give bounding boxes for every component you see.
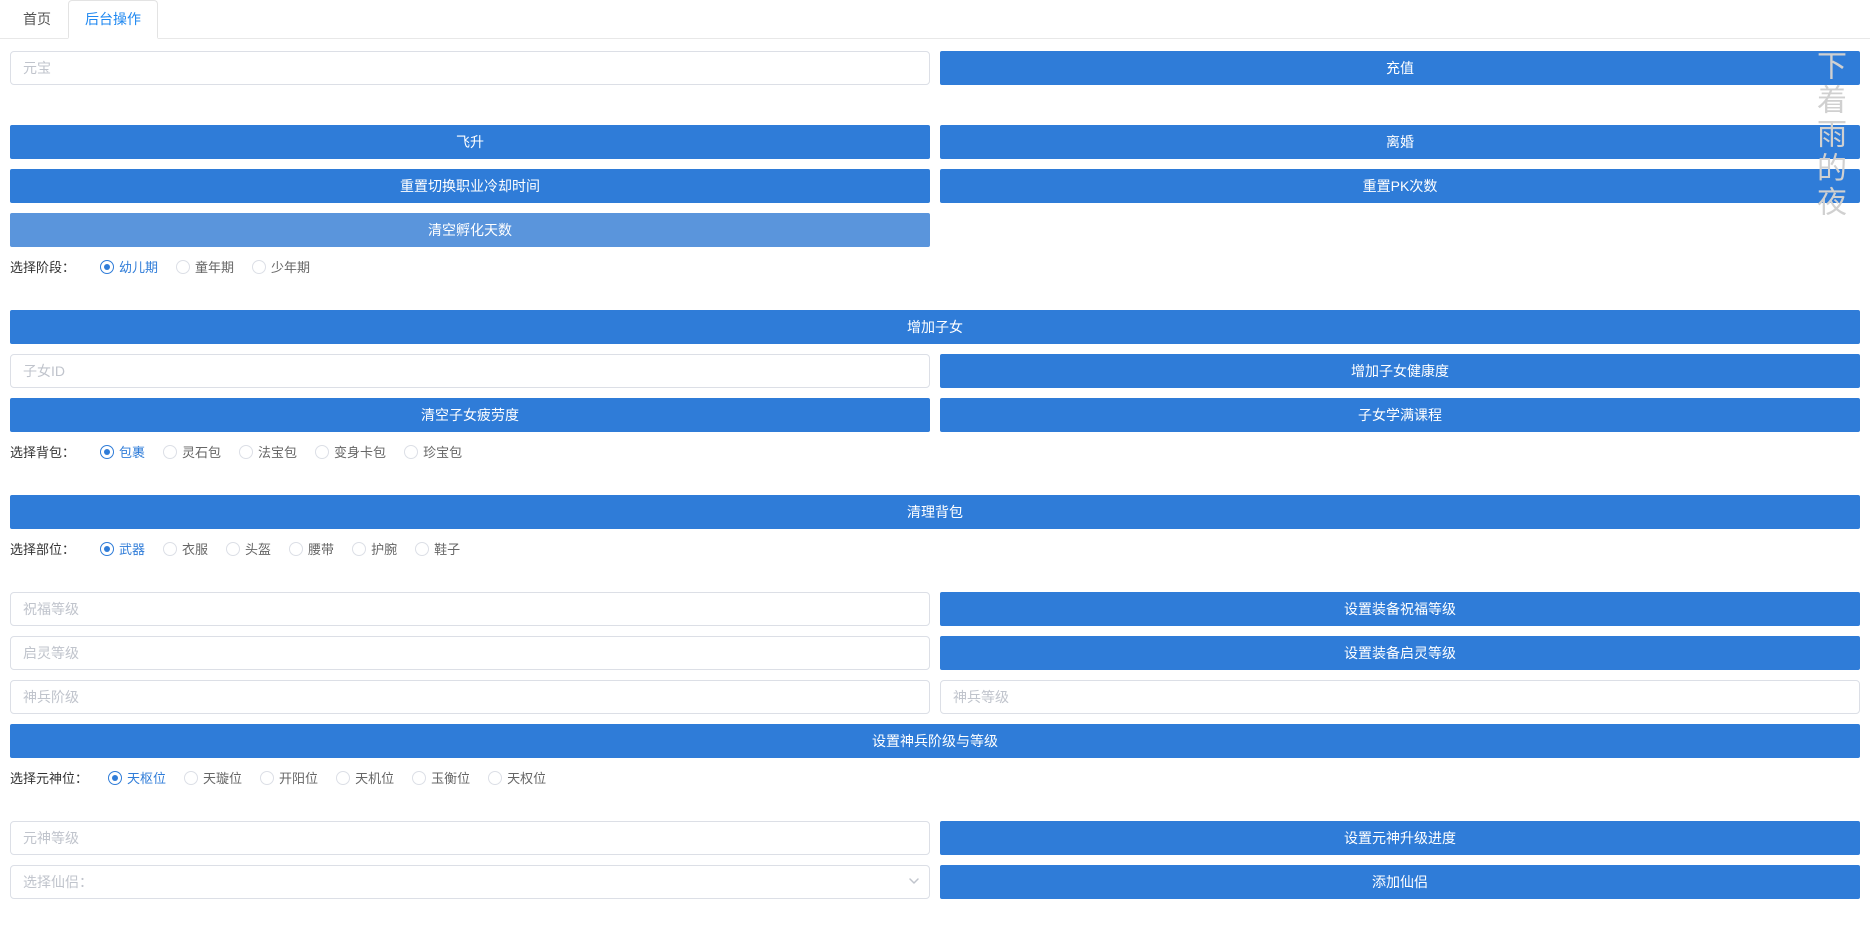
- part-radio-group: 武器 衣服 头盔 腰带 护腕 鞋子: [100, 539, 460, 558]
- tab-home[interactable]: 首页: [6, 0, 68, 39]
- radio-dot-icon: [315, 445, 329, 459]
- yuanshen-radio-2[interactable]: 开阳位: [260, 768, 318, 787]
- bag-radio-0[interactable]: 包裹: [100, 442, 145, 461]
- child-id-input[interactable]: [10, 354, 930, 388]
- radio-dot-icon: [352, 542, 366, 556]
- partner-select[interactable]: 选择仙侣：: [10, 865, 930, 899]
- ascend-button[interactable]: 飞升: [10, 125, 930, 159]
- part-radio-label: 武器: [119, 539, 145, 558]
- bag-radio-group: 包裹 灵石包 法宝包 变身卡包 珍宝包: [100, 442, 462, 461]
- part-radio-3[interactable]: 腰带: [289, 539, 334, 558]
- yuanshen-radio-label: 天枢位: [127, 768, 166, 787]
- radio-dot-icon: [100, 542, 114, 556]
- tab-bar: 首页 后台操作: [0, 0, 1870, 39]
- yuanshen-radio-5[interactable]: 天权位: [488, 768, 546, 787]
- stage-radio-row: 选择阶段： 幼儿期 童年期 少年期: [10, 257, 1860, 276]
- reset-job-cd-button[interactable]: 重置切换职业冷却时间: [10, 169, 930, 203]
- weapon-level-input[interactable]: [940, 680, 1860, 714]
- yuanshen-radio-label: 天机位: [355, 768, 394, 787]
- part-radio-4[interactable]: 护腕: [352, 539, 397, 558]
- set-equip-bless-button[interactable]: 设置装备祝福等级: [940, 592, 1860, 626]
- set-weapon-stage-level-button[interactable]: 设置神兵阶级与等级: [10, 724, 1860, 758]
- radio-dot-icon: [252, 260, 266, 274]
- bag-radio-label: 珍宝包: [423, 442, 462, 461]
- radio-dot-icon: [226, 542, 240, 556]
- radio-dot-icon: [176, 260, 190, 274]
- part-radio-1[interactable]: 衣服: [163, 539, 208, 558]
- stage-radio-label: 少年期: [271, 257, 310, 276]
- radio-dot-icon: [415, 542, 429, 556]
- bag-radio-4[interactable]: 珍宝包: [404, 442, 462, 461]
- bag-radio-1[interactable]: 灵石包: [163, 442, 221, 461]
- part-radio-5[interactable]: 鞋子: [415, 539, 460, 558]
- part-radio-label: 腰带: [308, 539, 334, 558]
- divorce-button[interactable]: 离婚: [940, 125, 1860, 159]
- add-partner-button[interactable]: 添加仙侣: [940, 865, 1860, 899]
- stage-radio-2[interactable]: 少年期: [252, 257, 310, 276]
- radio-dot-icon: [336, 771, 350, 785]
- part-radio-label: 护腕: [371, 539, 397, 558]
- tab-ops[interactable]: 后台操作: [68, 0, 158, 39]
- radio-dot-icon: [412, 771, 426, 785]
- yuanshen-radio-label: 玉衡位: [431, 768, 470, 787]
- bag-radio-3[interactable]: 变身卡包: [315, 442, 386, 461]
- clear-hatch-button[interactable]: 清空孵化天数: [10, 213, 930, 247]
- reset-pk-button[interactable]: 重置PK次数: [940, 169, 1860, 203]
- part-radio-0[interactable]: 武器: [100, 539, 145, 558]
- stage-radio-1[interactable]: 童年期: [176, 257, 234, 276]
- radio-dot-icon: [260, 771, 274, 785]
- radio-dot-icon: [239, 445, 253, 459]
- stage-radio-0[interactable]: 幼儿期: [100, 257, 158, 276]
- add-child-button[interactable]: 增加子女: [10, 310, 1860, 344]
- bag-label: 选择背包：: [10, 442, 80, 461]
- bag-radio-label: 灵石包: [182, 442, 221, 461]
- yuanshen-radio-row: 选择元神位： 天枢位 天璇位 开阳位 天机位 玉衡位 天权位: [10, 768, 1860, 787]
- bless-level-input[interactable]: [10, 592, 930, 626]
- bag-radio-label: 法宝包: [258, 442, 297, 461]
- bag-radio-label: 包裹: [119, 442, 145, 461]
- weapon-stage-input[interactable]: [10, 680, 930, 714]
- part-radio-label: 头盔: [245, 539, 271, 558]
- part-radio-label: 鞋子: [434, 539, 460, 558]
- stage-radio-group: 幼儿期 童年期 少年期: [100, 257, 310, 276]
- part-label: 选择部位：: [10, 539, 80, 558]
- radio-dot-icon: [163, 445, 177, 459]
- radio-dot-icon: [163, 542, 177, 556]
- radio-dot-icon: [108, 771, 122, 785]
- part-radio-2[interactable]: 头盔: [226, 539, 271, 558]
- radio-dot-icon: [100, 445, 114, 459]
- yuanshen-radio-4[interactable]: 玉衡位: [412, 768, 470, 787]
- radio-dot-icon: [184, 771, 198, 785]
- radio-dot-icon: [404, 445, 418, 459]
- child-full-course-button[interactable]: 子女学满课程: [940, 398, 1860, 432]
- yuanbao-input[interactable]: [10, 51, 930, 85]
- bag-radio-2[interactable]: 法宝包: [239, 442, 297, 461]
- clear-child-fatigue-button[interactable]: 清空子女疲劳度: [10, 398, 930, 432]
- yuanshen-level-input[interactable]: [10, 821, 930, 855]
- radio-dot-icon: [488, 771, 502, 785]
- set-equip-spirit-button[interactable]: 设置装备启灵等级: [940, 636, 1860, 670]
- yuanshen-radio-0[interactable]: 天枢位: [108, 768, 166, 787]
- set-yuanshen-progress-button[interactable]: 设置元神升级进度: [940, 821, 1860, 855]
- yuanshen-radio-label: 开阳位: [279, 768, 318, 787]
- bag-radio-label: 变身卡包: [334, 442, 386, 461]
- part-radio-label: 衣服: [182, 539, 208, 558]
- clear-bag-button[interactable]: 清理背包: [10, 495, 1860, 529]
- stage-radio-label: 幼儿期: [119, 257, 158, 276]
- radio-dot-icon: [100, 260, 114, 274]
- yuanshen-label: 选择元神位：: [10, 768, 88, 787]
- bag-radio-row: 选择背包： 包裹 灵石包 法宝包 变身卡包 珍宝包: [10, 442, 1860, 461]
- yuanshen-radio-1[interactable]: 天璇位: [184, 768, 242, 787]
- stage-radio-label: 童年期: [195, 257, 234, 276]
- yuanshen-radio-label: 天权位: [507, 768, 546, 787]
- yuanshen-radio-3[interactable]: 天机位: [336, 768, 394, 787]
- yuanshen-radio-label: 天璇位: [203, 768, 242, 787]
- radio-dot-icon: [289, 542, 303, 556]
- recharge-button[interactable]: 充值: [940, 51, 1860, 85]
- add-child-health-button[interactable]: 增加子女健康度: [940, 354, 1860, 388]
- spirit-level-input[interactable]: [10, 636, 930, 670]
- yuanshen-radio-group: 天枢位 天璇位 开阳位 天机位 玉衡位 天权位: [108, 768, 546, 787]
- part-radio-row: 选择部位： 武器 衣服 头盔 腰带 护腕 鞋子: [10, 539, 1860, 558]
- stage-label: 选择阶段：: [10, 257, 80, 276]
